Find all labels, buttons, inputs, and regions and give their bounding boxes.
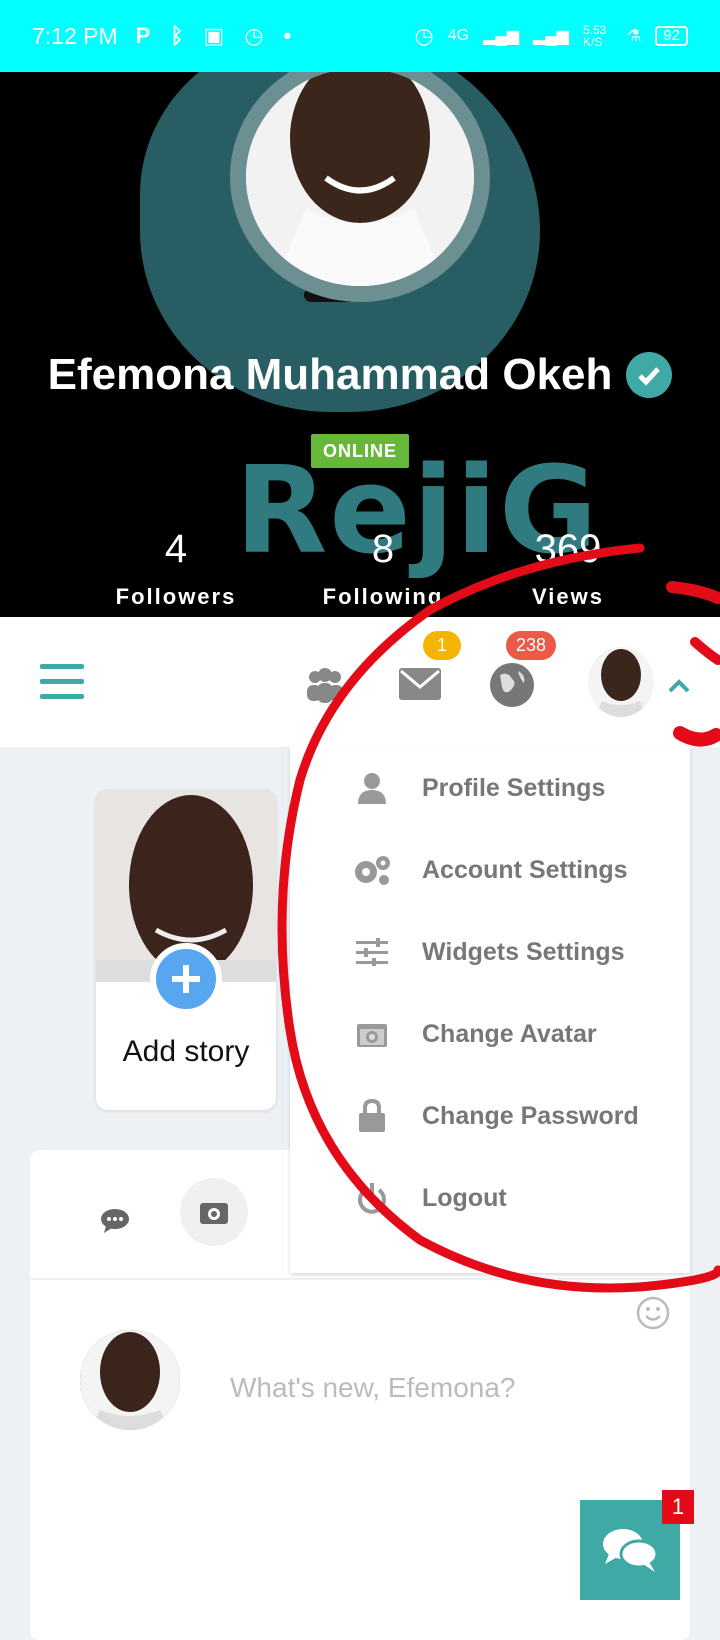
- user-dropdown-menu: Profile Settings Account Settings Widget…: [290, 747, 690, 1273]
- stat-followers-value: 4: [164, 527, 188, 571]
- user-avatar-button[interactable]: [588, 647, 654, 717]
- menu-logout[interactable]: Logout: [290, 1157, 690, 1239]
- power-icon: [358, 1183, 386, 1214]
- stat-views[interactable]: 369 Views: [488, 527, 648, 610]
- gallery-icon: ▣: [203, 23, 225, 48]
- gears-icon: [355, 856, 390, 885]
- messages-icon[interactable]: [398, 667, 442, 701]
- camera-icon: [200, 1203, 228, 1224]
- stat-following-label: Following: [322, 584, 444, 609]
- menu-icon[interactable]: [40, 664, 84, 709]
- profile-name: Efemona Muhammad Okeh: [47, 350, 613, 399]
- add-story-label: Add story: [122, 1035, 250, 1068]
- menu-label: Profile Settings: [422, 773, 606, 802]
- flask-icon: ⚗: [626, 28, 642, 45]
- menu-label: Change Password: [422, 1101, 639, 1130]
- alarm-icon: ◷: [244, 23, 264, 48]
- menu-change-avatar[interactable]: Change Avatar: [290, 993, 690, 1075]
- signal-icon: ▂▄▆: [483, 28, 520, 45]
- status-bar: 7:12 PM P ᛒ ▣ ◷ • ◷ 4G ▂▄▆ ▂▄▆ 5.53 K/S …: [0, 0, 720, 72]
- stat-following[interactable]: 8 Following: [303, 527, 463, 610]
- online-badge: ONLINE: [311, 434, 409, 468]
- alarm-status-icon: ◷: [414, 23, 434, 48]
- user-icon: [358, 773, 386, 804]
- globe-icon[interactable]: [488, 661, 536, 709]
- add-story-plus-icon[interactable]: [150, 943, 222, 1015]
- network-speed: 5.53 K/S: [582, 23, 607, 49]
- app-p-icon: P: [135, 23, 151, 48]
- dot-icon: •: [283, 23, 292, 48]
- menu-label: Account Settings: [422, 855, 628, 884]
- menu-label: Change Avatar: [422, 1019, 597, 1048]
- profile-cover: RejiG Efemona Muhammad Okeh ONLINE 4 Fol…: [0, 72, 720, 617]
- composer-avatar: [80, 1330, 180, 1430]
- stat-views-value: 369: [534, 527, 602, 571]
- battery-indicator: 92: [655, 26, 688, 46]
- top-nav-bar: 1 238: [0, 617, 720, 747]
- chat-badge: 1: [662, 1490, 694, 1524]
- chat-bubbles-icon: [603, 1529, 659, 1572]
- app-b-icon: ᛒ: [170, 23, 184, 48]
- chevron-up-icon[interactable]: [668, 679, 690, 693]
- status-left-icons: P ᛒ ▣ ◷ •: [136, 23, 292, 49]
- menu-account-settings[interactable]: Account Settings: [290, 829, 690, 911]
- groups-icon[interactable]: [305, 667, 345, 703]
- stat-followers-label: Followers: [115, 584, 237, 609]
- composer-input[interactable]: What's new, Efemona?: [230, 1372, 516, 1404]
- notifications-badge: 238: [506, 631, 557, 660]
- camera-icon: [357, 1024, 387, 1047]
- menu-widgets-settings[interactable]: Widgets Settings: [290, 911, 690, 993]
- text-post-icon[interactable]: [100, 1208, 130, 1234]
- signal-icon-2: ▂▄▆: [533, 28, 569, 45]
- status-time: 7:12 PM: [32, 22, 118, 49]
- add-story-card[interactable]: Add story: [96, 790, 276, 1110]
- network-type: 4G: [447, 27, 470, 44]
- sliders-icon: [356, 938, 388, 966]
- photo-post-button[interactable]: [180, 1178, 248, 1246]
- stat-views-label: Views: [532, 584, 604, 609]
- menu-label: Logout: [422, 1183, 507, 1212]
- profile-name-row: Efemona Muhammad Okeh: [0, 350, 720, 400]
- menu-profile-settings[interactable]: Profile Settings: [290, 747, 690, 829]
- lock-icon: [359, 1099, 385, 1132]
- messages-badge: 1: [423, 631, 461, 660]
- stat-followers[interactable]: 4 Followers: [96, 527, 256, 610]
- emoji-icon[interactable]: [636, 1296, 670, 1330]
- menu-label: Widgets Settings: [422, 937, 625, 966]
- menu-change-password[interactable]: Change Password: [290, 1075, 690, 1157]
- verified-icon: [626, 352, 673, 398]
- stat-following-value: 8: [371, 527, 395, 571]
